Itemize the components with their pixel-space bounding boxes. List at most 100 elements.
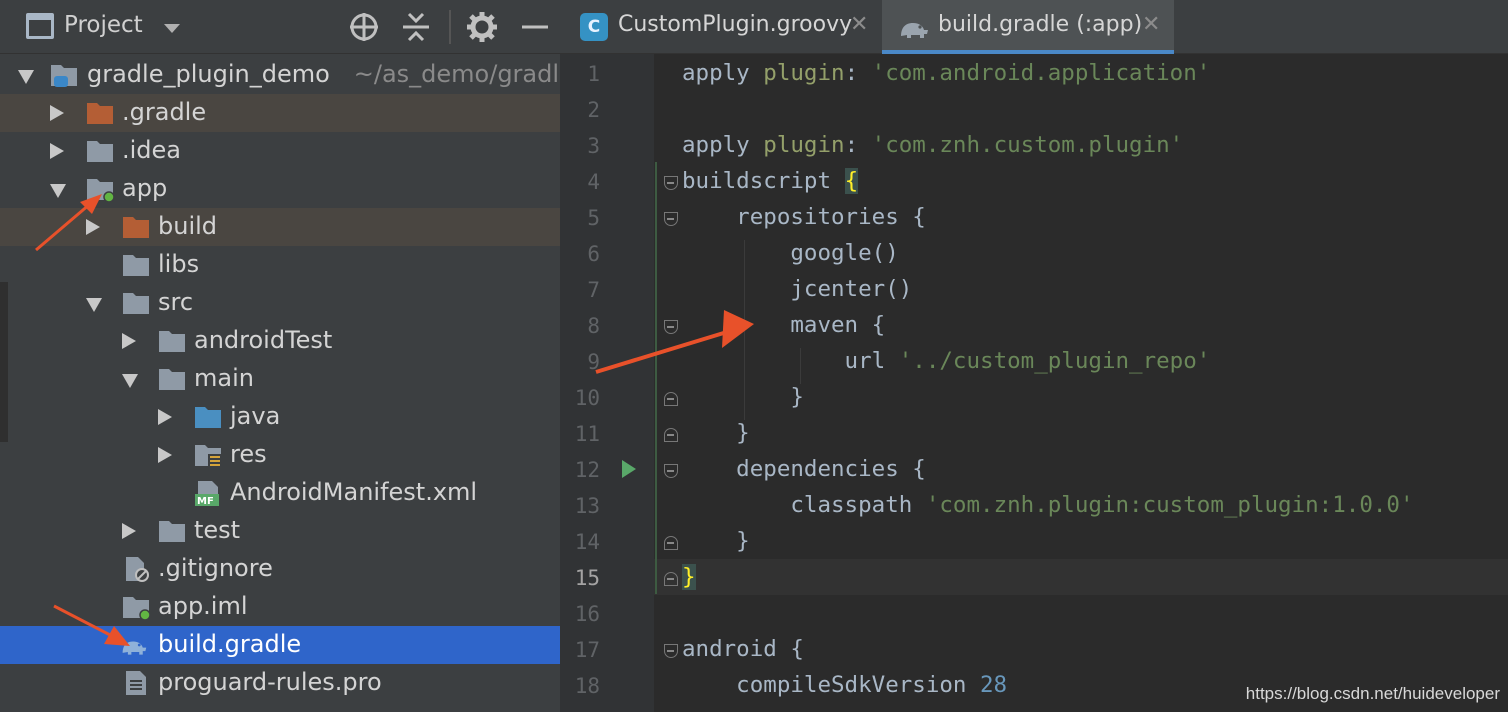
run-gutter-icon[interactable]: [622, 460, 636, 478]
line-number: 11: [574, 422, 600, 446]
folder-icon: [159, 521, 185, 542]
ignore-file-icon: [126, 557, 149, 582]
expand-arrow-icon[interactable]: [158, 409, 172, 425]
tree-item-label: AndroidManifest.xml: [230, 478, 478, 506]
fold-marker-icon[interactable]: [664, 176, 678, 190]
code-line-6[interactable]: google(): [682, 240, 898, 266]
watermark: https://blog.csdn.net/huideveloper: [1245, 684, 1500, 703]
expand-arrow-icon[interactable]: [122, 333, 136, 349]
line-number: 2: [587, 98, 600, 122]
tree-item-androidmanifest[interactable]: MF AndroidManifest.xml: [0, 474, 560, 512]
tree-item-res[interactable]: res: [0, 436, 560, 474]
tree-item-label: main: [194, 364, 254, 392]
code-line-13[interactable]: classpath 'com.znh.plugin:custom_plugin:…: [682, 492, 1413, 518]
tab-label: CustomPlugin.groovy: [618, 12, 853, 37]
collapse-all-icon[interactable]: [399, 10, 433, 44]
tree-item-dot-idea[interactable]: .idea: [0, 132, 560, 170]
expand-arrow-icon[interactable]: [122, 523, 136, 539]
tree-item-label: .idea: [122, 136, 182, 164]
tree-item-androidtest[interactable]: androidTest: [0, 322, 560, 360]
code-line-7[interactable]: jcenter(): [682, 276, 912, 302]
annotation-arrow: [53, 604, 130, 646]
line-number: 16: [574, 602, 600, 626]
code-editor: C CustomPlugin.groovy ✕ build.gradle (:a…: [560, 0, 1508, 712]
line-number: 17: [574, 638, 600, 662]
annotation-arrow: [595, 310, 754, 374]
expand-arrow-icon[interactable]: [86, 298, 102, 312]
tab-custom-plugin-groovy[interactable]: C CustomPlugin.groovy ✕: [560, 0, 882, 54]
code-line-18[interactable]: compileSdkVersion 28: [682, 672, 1007, 698]
code-line-15[interactable]: }: [682, 564, 696, 590]
tree-item-gradle-plugin-demo[interactable]: gradle_plugin_demo ~/as_demo/gradle: [0, 56, 560, 94]
groovy-class-icon: C: [580, 13, 608, 41]
line-number: 4: [587, 170, 600, 194]
fold-marker-icon[interactable]: [664, 572, 678, 586]
code-line-11[interactable]: }: [682, 420, 750, 446]
annotation-arrow: [35, 194, 102, 252]
fold-marker-icon[interactable]: [664, 428, 678, 442]
expand-arrow-icon[interactable]: [50, 143, 64, 159]
line-number: 10: [574, 386, 600, 410]
excluded-folder-icon: [87, 103, 113, 124]
toolbar-separator: [449, 10, 451, 44]
code-line-10[interactable]: }: [682, 384, 804, 410]
tree-item-label: app.iml: [158, 592, 248, 620]
line-number: 18: [574, 674, 600, 698]
tree-item-src[interactable]: src: [0, 284, 560, 322]
tree-item-java[interactable]: java: [0, 398, 560, 436]
fold-marker-icon[interactable]: [664, 392, 678, 406]
locate-target-icon[interactable]: [347, 10, 381, 44]
line-number: 3: [587, 134, 600, 158]
tree-item-label: libs: [158, 250, 200, 278]
excluded-folder-icon: [123, 217, 149, 238]
close-icon[interactable]: ✕: [1142, 12, 1160, 37]
tree-item-test[interactable]: test: [0, 512, 560, 550]
folder-icon: [87, 141, 113, 162]
expand-arrow-icon[interactable]: [158, 447, 172, 463]
module-folder-icon: [51, 65, 77, 87]
tree-item-path: ~/as_demo/gradle: [353, 60, 560, 88]
fold-marker-icon[interactable]: [664, 212, 678, 226]
svg-text:MF: MF: [197, 496, 214, 506]
line-number: 14: [574, 530, 600, 554]
source-folder-icon: [195, 407, 221, 428]
manifest-file-icon: MF: [195, 481, 219, 506]
fold-marker-icon[interactable]: [664, 536, 678, 550]
text-file-icon: [126, 671, 146, 695]
current-line-highlight: [654, 559, 1508, 595]
expand-arrow-icon[interactable]: [50, 105, 64, 121]
line-number: 1: [587, 62, 600, 86]
code-line-17[interactable]: android {: [682, 636, 804, 662]
tree-item-main[interactable]: main: [0, 360, 560, 398]
chevron-down-icon[interactable]: [164, 24, 180, 33]
gear-icon[interactable]: [465, 10, 499, 44]
tree-item-label: .gradle: [122, 98, 207, 126]
tab-build-gradle-app[interactable]: build.gradle (:app) ✕: [882, 0, 1174, 54]
line-number: 5: [587, 206, 600, 230]
fold-marker-icon[interactable]: [664, 464, 678, 478]
editor-tab-bar: C CustomPlugin.groovy ✕ build.gradle (:a…: [560, 0, 1508, 54]
close-icon[interactable]: ✕: [850, 12, 868, 37]
tree-item-proguard-rules[interactable]: proguard-rules.pro: [0, 664, 560, 702]
tree-item-label: test: [194, 516, 241, 544]
code-line-14[interactable]: }: [682, 528, 750, 554]
expand-arrow-icon[interactable]: [122, 374, 138, 388]
folder-icon: [159, 369, 185, 390]
tree-item-dot-gradle[interactable]: .gradle: [0, 94, 560, 132]
code-line-1[interactable]: apply plugin: 'com.android.application': [682, 60, 1210, 86]
project-panel-title[interactable]: Project: [64, 12, 143, 38]
line-number: 13: [574, 494, 600, 518]
line-number: 6: [587, 242, 600, 266]
expand-arrow-icon[interactable]: [18, 70, 34, 84]
code-line-4[interactable]: buildscript {: [682, 168, 859, 194]
minimize-icon[interactable]: [518, 10, 552, 44]
folder-icon: [123, 255, 149, 276]
project-panel: Project gradle_plugin_demo ~/as_demo/gra…: [0, 0, 560, 712]
tree-item-gitignore[interactable]: .gitignore: [0, 550, 560, 588]
code-line-12[interactable]: dependencies {: [682, 456, 926, 482]
code-line-5[interactable]: repositories {: [682, 204, 926, 230]
tree-item-label: app: [122, 174, 168, 202]
tree-item-label: build: [158, 212, 218, 240]
code-line-3[interactable]: apply plugin: 'com.znh.custom.plugin': [682, 132, 1183, 158]
fold-marker-icon[interactable]: [664, 644, 678, 658]
